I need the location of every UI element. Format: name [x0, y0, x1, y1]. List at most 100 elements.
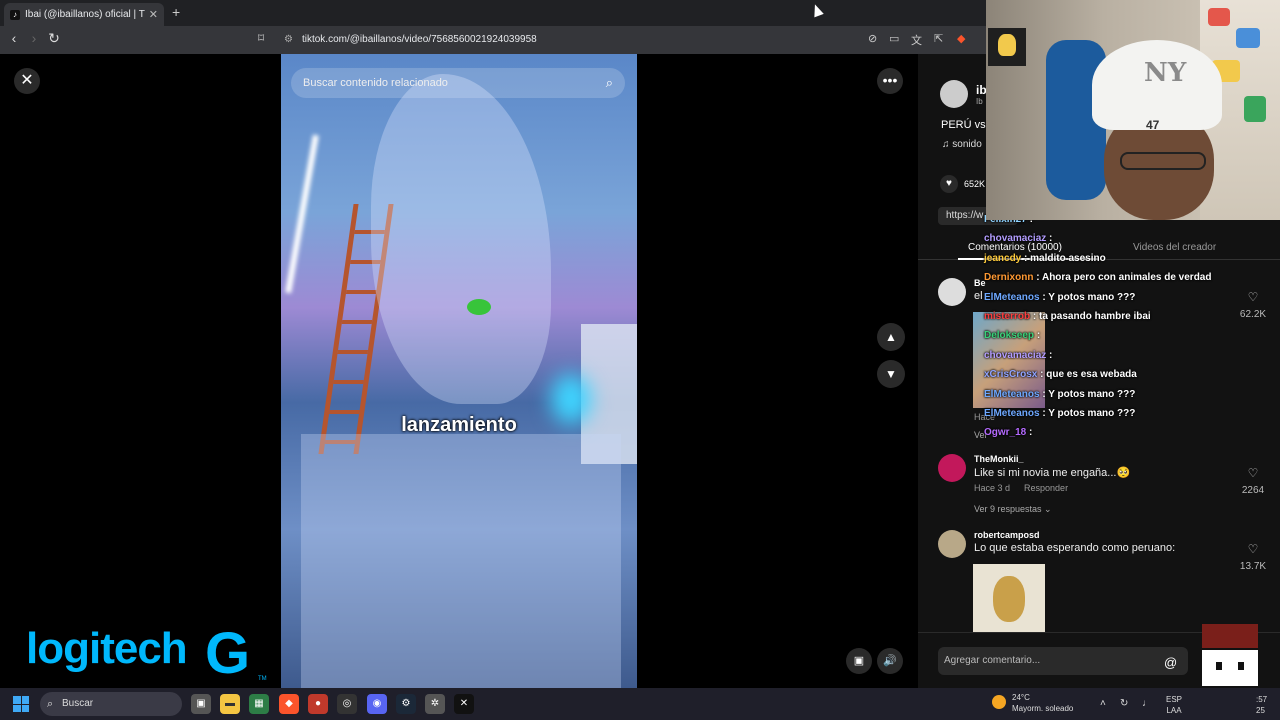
chat-message: chovamaciaz : [984, 233, 1052, 244]
floating-player-button[interactable]: ▣ [846, 648, 872, 674]
chat-message: Dernixonn : Ahora pero con animales de v… [984, 272, 1211, 283]
logitech-logo: logitech [26, 624, 188, 673]
file-explorer-icon[interactable]: ▬ [220, 694, 240, 714]
comment-text: Like si mi novia me engaña...🥺 [974, 467, 1131, 479]
tiktok-icon: ♪ [10, 9, 20, 20]
taskbar-search[interactable]: ⌕ Buscar [40, 692, 182, 716]
taskbar-clock[interactable]: :57 25 [1256, 694, 1267, 716]
chat-text: : maldito asesino [1024, 252, 1106, 264]
comment-like[interactable]: ♡ 13.7K [1238, 542, 1268, 574]
view-replies[interactable]: Ver 9 respuestas ⌄ [974, 504, 1052, 515]
new-tab-button[interactable]: + [172, 4, 180, 20]
add-comment-input[interactable]: Agregar comentario... [938, 647, 1188, 675]
microphone-icon[interactable]: ♩ [1142, 698, 1152, 709]
chat-username: xCrisCrosx [984, 369, 1038, 381]
site-settings-icon[interactable]: ⚙ [284, 34, 293, 45]
address-bar[interactable]: ⚙ tiktok.com/@ibaillanos/video/7568560021… [284, 31, 984, 49]
chat-username: ElMeteanos [984, 388, 1040, 400]
music-row[interactable]: ♫ sonido [942, 139, 982, 150]
pixel-avatar-hair [1202, 624, 1258, 650]
video-caption: lanzamiento [401, 414, 517, 436]
close-tab-icon[interactable]: ✕ [149, 8, 158, 21]
author-avatar[interactable] [940, 80, 968, 108]
share-icon[interactable]: ⇱ [934, 32, 943, 45]
chat-text: : [1049, 349, 1053, 361]
webcam-feed: NY 47 [986, 0, 1280, 220]
obs-icon[interactable]: ◎ [337, 694, 357, 714]
next-video-button[interactable]: ▼ [877, 360, 905, 388]
search-icon[interactable]: ⌕ [606, 75, 613, 91]
steam-icon[interactable]: ⚙ [396, 694, 416, 714]
chat-username: jeancdy [984, 252, 1022, 264]
capcut-icon[interactable]: ✕ [454, 694, 474, 714]
comment-like[interactable]: ♡ 2264 [1238, 466, 1268, 498]
author-handle: Ib [976, 97, 983, 106]
chat-text: : Y potos mano ??? [1042, 408, 1136, 419]
network-icon[interactable]: ↻ [1120, 698, 1128, 709]
chevron-up-icon[interactable]: ˄ [1100, 698, 1106, 709]
language-indicator[interactable]: ESP LAA [1166, 694, 1182, 716]
heart-icon[interactable]: ♥ [940, 175, 958, 193]
brave-browser-icon[interactable]: ◆ [279, 694, 299, 714]
translate-icon[interactable]: 文 [911, 32, 922, 48]
comment-time: Hace 3 d [974, 483, 1011, 493]
chat-message: ElMeteanos : Y potos mano ??? [984, 389, 1135, 400]
previous-video-button[interactable]: ▲ [877, 323, 905, 351]
music-icon: ♫ [942, 139, 953, 150]
avatar[interactable] [938, 454, 966, 482]
clock-date: 25 [1256, 706, 1265, 715]
chat-message: Delokseep : [984, 330, 1040, 341]
screen: ♪ Ibai (@ibaillanos) oficial | TikT ✕ + … [0, 0, 1280, 720]
discord-icon[interactable]: ◉ [367, 694, 387, 714]
chat-username: chovamaciaz [984, 349, 1047, 361]
no-image-icon[interactable]: ⊘ [868, 32, 877, 45]
weather-widget[interactable]: 24°C Mayorm. soleado [992, 692, 1073, 714]
avatar[interactable] [938, 278, 966, 306]
chat-username: ElMeteanos [984, 291, 1040, 303]
logitech-tm: TM [258, 676, 267, 682]
bookmark-icon[interactable]: ⌑ [258, 31, 264, 45]
chat-text: : Y potos mano ??? [1042, 388, 1136, 400]
avatar[interactable] [938, 530, 966, 558]
tab-title: Ibai (@ibaillanos) oficial | TikT [25, 9, 145, 20]
chat-text: : Ahora pero con animales de verdad [1036, 272, 1212, 284]
webcam-toy [1244, 96, 1266, 122]
pixel-avatar-eye [1216, 662, 1222, 670]
comment-like-count: 2264 [1241, 485, 1265, 496]
mention-icon[interactable]: @ [1164, 655, 1177, 670]
comment-user[interactable]: robertcamposd [974, 530, 1040, 540]
forward-icon[interactable]: › [25, 30, 43, 46]
related-search-input[interactable]: Buscar contenido relacionado ⌕ [291, 68, 625, 98]
windows-start-icon[interactable] [13, 696, 29, 712]
reply-button[interactable]: Responder [1024, 483, 1068, 493]
cast-icon[interactable]: ▭ [889, 32, 899, 45]
comment-user[interactable]: TheMonkii_ [974, 454, 1024, 464]
chat-text: : que es esa webada [1040, 369, 1137, 381]
video-player[interactable]: Buscar contenido relacionado ⌕ lanzamien… [281, 54, 637, 688]
browser-tab[interactable]: ♪ Ibai (@ibaillanos) oficial | TikT ✕ [4, 3, 164, 26]
more-options-button[interactable]: ••• [877, 68, 903, 94]
chat-username: ElMeteanos [984, 408, 1040, 419]
comment-image-face [993, 576, 1025, 622]
close-video-button[interactable]: ✕ [14, 68, 40, 94]
volume-button[interactable]: 🔊 [877, 648, 903, 674]
brave-shield-icon[interactable]: ◆ [957, 32, 965, 45]
comment-text: el [974, 290, 983, 302]
stream-chat-overlay: Felixin27 :chovamaciaz :jeancdy : maldit… [984, 214, 1280, 446]
settings-icon[interactable]: ✲ [425, 694, 445, 714]
pixel-avatar-face [1200, 648, 1260, 688]
store-icon[interactable]: ▦ [249, 694, 269, 714]
back-icon[interactable]: ‹ [5, 30, 23, 46]
language-layout: LAA [1166, 706, 1182, 715]
chat-username: misterrob [984, 311, 1031, 322]
chat-text: : ta pasando hambre ibai [1032, 311, 1151, 322]
likes-count: 652K [964, 179, 986, 189]
comment-image[interactable] [973, 564, 1045, 634]
reload-icon[interactable]: ↻ [45, 30, 63, 47]
windows-taskbar: ⌕ Buscar ▣ ▬ ▦ ◆ ● ◎ ◉ ⚙ ✲ ✕ [0, 688, 1280, 720]
task-view-icon[interactable]: ▣ [191, 694, 211, 714]
chat-message: chovamaciaz : [984, 350, 1052, 361]
webcam-toy [1236, 28, 1260, 48]
recording-app-icon[interactable]: ● [308, 694, 328, 714]
pikachu-figure [998, 34, 1016, 56]
